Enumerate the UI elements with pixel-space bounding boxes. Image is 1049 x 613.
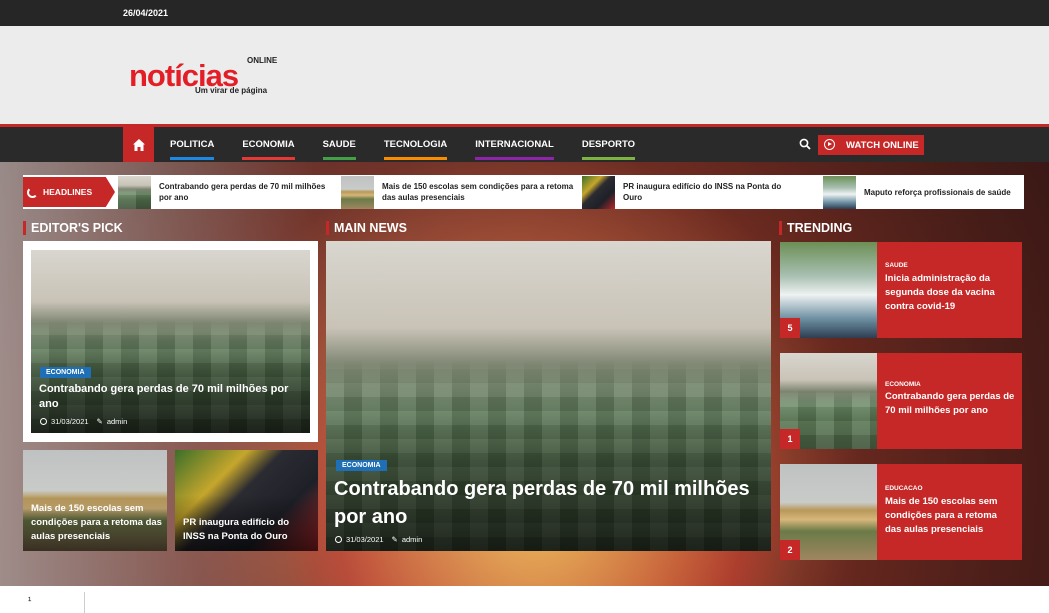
trending-category[interactable]: ECONOMIA: [885, 381, 921, 388]
watch-online-button[interactable]: WATCH ONLINE: [818, 135, 924, 155]
nav-item-label: DESPORTO: [581, 139, 635, 150]
article-title[interactable]: Contrabando gera perdas de 70 mil milhõe…: [334, 475, 764, 531]
headlines-label-text: HEADLINES: [43, 187, 93, 197]
section-heading-trending: TRENDING: [779, 221, 852, 235]
play-icon: [824, 139, 835, 150]
nav-item-underline: [581, 157, 635, 160]
spinner-icon: [27, 187, 38, 198]
nav-item-label: ECONOMIA: [242, 139, 295, 150]
clock-icon: [40, 418, 47, 425]
trending-item[interactable]: 1 ECONOMIA Contrabando gera perdas de 70…: [780, 353, 1022, 449]
ticker-item-text: Mais de 150 escolas sem condições para a…: [382, 182, 574, 202]
trending-rank: 2: [780, 540, 800, 560]
home-icon: [132, 138, 145, 151]
headlines-label: HEADLINES: [23, 177, 115, 207]
ticker-item-text: Maputo reforça profissionais de saúde: [864, 187, 1011, 197]
trending-item[interactable]: 5 SAUDE Inicia administração da segunda …: [780, 242, 1022, 338]
nav-item-underline: [170, 157, 215, 160]
footer-mark: ¹: [28, 596, 32, 607]
logo-tagline: Um virar de página: [195, 86, 268, 95]
article-author[interactable]: admin: [402, 535, 422, 544]
ticker-thumbnail: [823, 175, 856, 209]
ticker-item[interactable]: Contrabando gera perdas de 70 mil milhõe…: [118, 175, 332, 209]
article-meta: 31/03/2021 ✎ admin: [335, 535, 422, 544]
top-bar: 26/04/2021: [0, 0, 1049, 26]
article-author[interactable]: admin: [107, 417, 127, 426]
nav-menu: POLITICA ECONOMIA SAUDE TECNOLOGIA INTER…: [170, 127, 663, 162]
trending-rank: 5: [780, 318, 800, 338]
footer-strip: ¹: [0, 586, 1049, 613]
nav-item-underline: [475, 157, 554, 160]
article-date: 31/03/2021: [51, 417, 89, 426]
nav-item-politica[interactable]: POLITICA: [170, 127, 215, 162]
section-heading-main-news: MAIN NEWS: [326, 221, 407, 235]
trending-item[interactable]: 2 EDUCACAO Mais de 150 escolas sem condi…: [780, 464, 1022, 560]
ticker-thumbnail: [341, 175, 374, 209]
trending-rank: 1: [780, 429, 800, 449]
current-date: 26/04/2021: [123, 8, 169, 18]
nav-item-underline: [242, 157, 295, 160]
nav-item-label: POLITICA: [170, 139, 215, 150]
ticker-item[interactable]: Mais de 150 escolas sem condições para a…: [341, 175, 576, 209]
article-title[interactable]: Contrabando gera perdas de 70 mil milhõe…: [39, 382, 304, 412]
ticker-item-text: PR inaugura edifício do INSS na Ponta do…: [623, 182, 782, 202]
trending-category[interactable]: SAUDE: [885, 262, 908, 269]
trending-category[interactable]: EDUCACAO: [885, 485, 923, 492]
nav-item-underline: [322, 157, 356, 160]
nav-item-label: INTERNACIONAL: [475, 139, 554, 150]
editors-pick-small-card[interactable]: PR inaugura edifício do INSS na Ponta do…: [175, 450, 318, 551]
category-badge[interactable]: ECONOMIA: [336, 460, 387, 471]
trending-title[interactable]: Mais de 150 escolas sem condições para a…: [885, 495, 1015, 537]
author-icon: ✎: [96, 417, 103, 426]
author-icon: ✎: [391, 535, 398, 544]
logo-online: ONLINE: [247, 56, 278, 65]
trending-title[interactable]: Inicia administração da segunda dose da …: [885, 272, 1015, 314]
editors-pick-main-card[interactable]: ECONOMIA Contrabando gera perdas de 70 m…: [31, 250, 310, 433]
nav-item-internacional[interactable]: INTERNACIONAL: [475, 127, 554, 162]
main-nav: POLITICA ECONOMIA SAUDE TECNOLOGIA INTER…: [0, 124, 1049, 162]
nav-item-label: TECNOLOGIA: [383, 139, 448, 150]
watch-online-label: WATCH ONLINE: [846, 139, 919, 151]
article-meta: 31/03/2021 ✎ admin: [40, 417, 127, 426]
site-logo[interactable]: ONLINE notícias Um virar de página: [129, 54, 279, 98]
nav-item-underline: [383, 157, 448, 160]
headlines-ticker: HEADLINES Contrabando gera perdas de 70 …: [23, 175, 1024, 209]
category-badge[interactable]: ECONOMIA: [40, 367, 91, 378]
ticker-thumbnail: [582, 175, 615, 209]
home-button[interactable]: [123, 127, 154, 162]
ticker-item[interactable]: Maputo reforça profissionais de saúde: [823, 175, 1024, 209]
ticker-item[interactable]: PR inaugura edifício do INSS na Ponta do…: [582, 175, 802, 209]
editors-pick-small-card[interactable]: Mais de 150 escolas sem condições para a…: [23, 450, 167, 551]
article-title[interactable]: Mais de 150 escolas sem condições para a…: [31, 502, 163, 544]
clock-icon: [335, 536, 342, 543]
site-header: ONLINE notícias Um virar de página: [0, 26, 1049, 124]
nav-item-economia[interactable]: ECONOMIA: [242, 127, 295, 162]
main-news-card[interactable]: ECONOMIA Contrabando gera perdas de 70 m…: [326, 241, 771, 551]
article-title[interactable]: PR inaugura edifício do INSS na Ponta do…: [183, 516, 313, 544]
nav-item-tecnologia[interactable]: TECNOLOGIA: [383, 127, 448, 162]
ticker-item-text: Contrabando gera perdas de 70 mil milhõe…: [159, 182, 326, 202]
trending-title[interactable]: Contrabando gera perdas de 70 mil milhõe…: [885, 390, 1015, 418]
nav-item-label: SAUDE: [322, 139, 356, 150]
section-heading-editors-pick: EDITOR'S PICK: [23, 221, 123, 235]
nav-item-desporto[interactable]: DESPORTO: [581, 127, 635, 162]
nav-item-saude[interactable]: SAUDE: [322, 127, 356, 162]
divider: [84, 592, 85, 613]
ticker-thumbnail: [118, 175, 151, 209]
search-icon[interactable]: [799, 138, 811, 150]
article-date: 31/03/2021: [346, 535, 384, 544]
